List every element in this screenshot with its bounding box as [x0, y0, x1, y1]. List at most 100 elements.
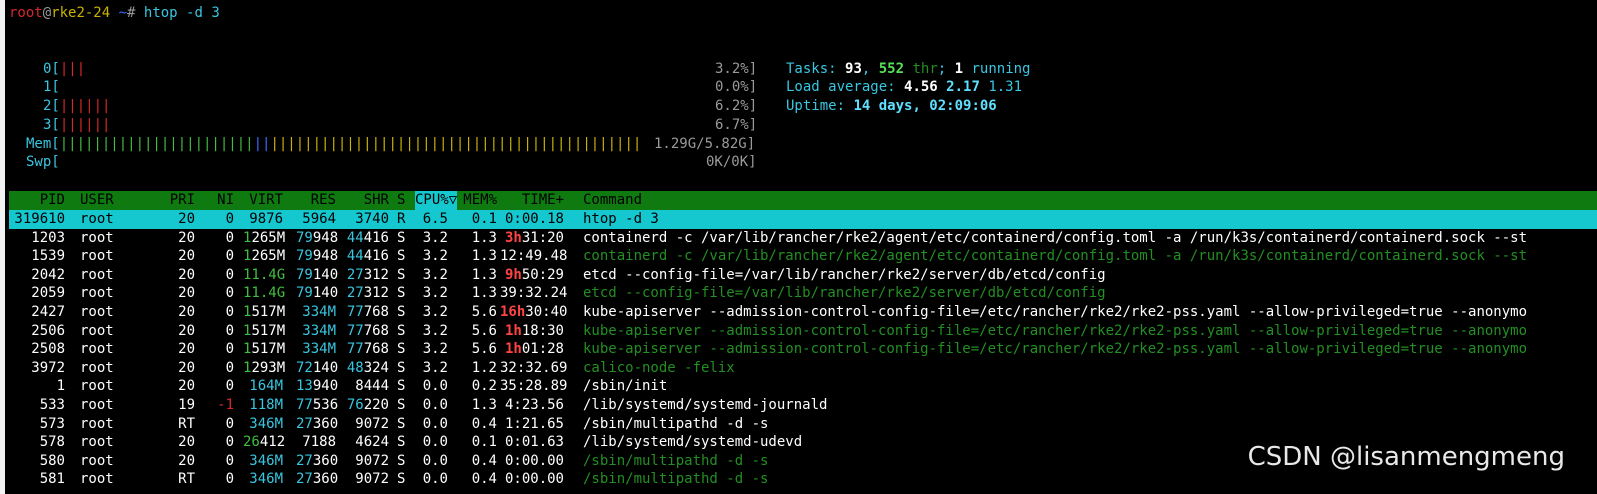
cell-mem: 0.1: [471, 434, 497, 451]
swp-label: Swp[: [26, 154, 60, 170]
cell-cpu: 3.2: [422, 341, 448, 358]
cpu-bars: |||: [59, 61, 86, 77]
cell-res: 27360: [296, 452, 339, 469]
cell-ni: 0: [225, 341, 234, 358]
column-header-res[interactable]: RES: [296, 191, 336, 210]
terminal-window[interactable]: root@rke2-24 ~# htop -d 3 0[||| 3.2%] 1[0.…: [0, 0, 1597, 494]
cell-command: kube-apiserver --admission-control-confi…: [583, 322, 1528, 339]
cell-virt: 11.4G: [243, 285, 286, 302]
table-row[interactable]: 1203 root 20 0 1265M 79948 44416 S 3.2 1.3 3h31:20…: [0, 229, 1597, 248]
cell-time: 39:32.24: [500, 285, 568, 302]
table-row[interactable]: 2059 root 20 0 11.4G 79140 27312 S 3.2 1.3 39:32.2…: [0, 284, 1597, 303]
mem-bars-buffers: ||: [253, 136, 271, 152]
cell-pid: 580: [39, 452, 65, 469]
table-row[interactable]: 1539 root 20 0 1265M 79948 44416 S 3.2 1.3 12:49.4…: [0, 247, 1597, 266]
cell-shr: 48324: [346, 359, 389, 376]
table-row[interactable]: 2042 root 20 0 11.4G 79140 27312 S 3.2 1.3 9h50:29…: [0, 266, 1597, 285]
cell-command: /sbin/multipathd -d -s: [583, 471, 769, 488]
cell-user: root: [80, 359, 114, 376]
cell-mem: 0.4: [471, 415, 497, 432]
cell-user: root: [80, 322, 114, 339]
tasks-summary: Tasks: 93, 552 thr; 1 running: [786, 61, 1031, 77]
threads-count: 552: [878, 61, 905, 77]
cell-command: /sbin/init: [583, 378, 668, 395]
table-row[interactable]: 2427 root 20 0 1517M 334M 77768 S 3.2 5.6 16h30:40…: [0, 303, 1597, 322]
cell-cpu: 3.2: [422, 304, 448, 320]
cell-virt: 346M: [249, 471, 283, 488]
cell-mem: 1.3: [471, 229, 497, 246]
cell-virt: 118M: [249, 397, 283, 413]
column-header-shr[interactable]: SHR: [345, 191, 389, 210]
cell-ni: 0: [225, 229, 234, 246]
cell-user: root: [80, 229, 114, 246]
cell-mem: 5.6: [471, 304, 497, 320]
table-row[interactable]: 573 root RT 0 346M 27360 9072 S 0.0 0.4 1:21.65/sb…: [0, 415, 1597, 434]
cell-cpu: 3.2: [422, 266, 448, 283]
cell-shr: 44416: [346, 248, 389, 265]
column-header-mem[interactable]: MEM%: [459, 191, 497, 210]
cell-mem: 5.6: [471, 322, 497, 339]
column-header-virt[interactable]: VIRT: [243, 191, 283, 210]
cell-user: root: [80, 471, 114, 488]
column-header-pri[interactable]: PRI: [167, 191, 195, 210]
table-row[interactable]: 1 root 20 0 164M 13940 8444 S 0.0 0.2 35:28.89/sbi…: [0, 377, 1597, 396]
cell-virt: 1265M: [243, 248, 286, 265]
shell-prompt: root@rke2-24 ~# htop -d 3: [9, 4, 220, 23]
cell-ni: 0: [225, 248, 234, 265]
cell-time: 1h01:28: [504, 341, 564, 358]
cell-pri: 20: [178, 229, 195, 246]
column-header-ni[interactable]: NI: [214, 191, 234, 210]
cell-virt: 1517M: [243, 322, 286, 339]
table-row[interactable]: 3972 root 20 0 1293M 72140 48324 S 3.2 1.2 32:32.6…: [0, 359, 1597, 378]
mem-label: Mem[: [26, 136, 60, 152]
cell-pri: 20: [178, 452, 195, 469]
cell-cpu: 0.0: [422, 415, 448, 432]
cell-pid: 2042: [31, 266, 65, 283]
cell-virt: 164M: [249, 378, 283, 395]
cell-cpu: 3.2: [422, 322, 448, 339]
running-count: 1: [954, 61, 964, 77]
cell-time: 0:00.00: [504, 452, 564, 469]
cell-s: S: [397, 397, 406, 413]
cell-ni: 0: [225, 359, 234, 376]
cell-res: 334M: [302, 304, 336, 320]
load-5min: 2.17: [946, 79, 980, 95]
cell-pri: RT: [178, 415, 195, 432]
cell-shr: 4624: [355, 434, 389, 451]
column-header-user[interactable]: USER: [80, 191, 114, 210]
column-header-command[interactable]: Command: [583, 191, 642, 210]
load-average: Load average: 4.56 2.17 1.31: [786, 79, 1023, 95]
column-header-pid[interactable]: PID: [9, 191, 65, 210]
column-header-s[interactable]: S: [397, 191, 405, 210]
load-15min: 1.31: [988, 79, 1023, 95]
table-row[interactable]: 533 root 19 -1 118M 77536 76220 S 0.0 1.3 4:23.56 /…: [0, 396, 1597, 415]
cell-command: kube-apiserver --admission-control-confi…: [583, 341, 1528, 358]
table-row-selected[interactable]: 319610 root 20 0 9876 5964 3740 R 6.5 0.1 0:00.18 h…: [0, 210, 1597, 229]
table-row[interactable]: 2506 root 20 0 1517M 334M 77768 S 3.2 5.6 1h18:30 k…: [0, 322, 1597, 341]
cell-cpu: 0.0: [422, 471, 448, 488]
cell-shr: 77768: [346, 322, 389, 339]
cell-virt: 26412: [243, 434, 286, 451]
cell-time: 4:23.56: [504, 397, 564, 413]
table-row[interactable]: 2508 root 20 0 1517M 334M 77768 S 3.2 5.6 1h01:28 k…: [0, 340, 1597, 359]
column-header-cpu[interactable]: CPU%▽: [415, 191, 458, 210]
column-header-time[interactable]: TIME+: [500, 191, 564, 210]
cell-ni: 0: [225, 471, 234, 488]
cell-mem: 0.1: [471, 211, 497, 227]
prompt-command: htop -d 3: [135, 5, 220, 21]
cpu-label: 2[: [43, 98, 60, 114]
prompt-user: root: [9, 5, 43, 21]
cpu-percent-2: 6.2%]: [715, 98, 758, 114]
cell-user: root: [80, 211, 114, 227]
cell-virt: 11.4G: [243, 266, 286, 283]
cell-res: 5964: [302, 211, 336, 227]
cell-mem: 0.4: [471, 471, 497, 488]
cell-s: S: [397, 415, 406, 432]
cell-command: containerd -c /var/lib/rancher/rke2/agen…: [583, 248, 1528, 265]
cell-res: 334M: [302, 322, 336, 339]
cell-shr: 76220: [346, 397, 389, 413]
table-row[interactable]: 581 root RT 0 346M 27360 9072 S 0.0 0.4 0:00.00/sb…: [0, 470, 1597, 489]
cell-shr: 9072: [355, 415, 389, 432]
cell-res: 72140: [296, 359, 339, 376]
cell-mem: 0.2: [471, 378, 497, 395]
